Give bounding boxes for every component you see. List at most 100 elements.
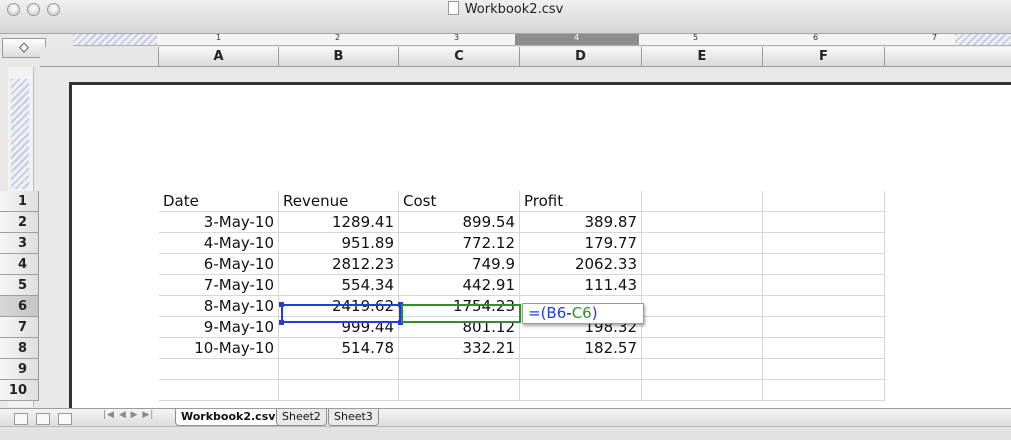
excel-window: Workbook2.csv ◇ 1 2 3 4 5 6 7 A B C D E …: [0, 0, 1011, 440]
table-cell[interactable]: 2812.23: [279, 254, 399, 275]
empty-cell[interactable]: [642, 254, 763, 275]
empty-cell[interactable]: [520, 359, 642, 380]
formula-ref-b6: B6: [546, 304, 567, 322]
column-header-g-partial[interactable]: [885, 47, 1011, 67]
selected-cell-c6[interactable]: [401, 304, 521, 323]
empty-cell[interactable]: [763, 380, 885, 401]
row-header-10[interactable]: 10: [0, 380, 39, 401]
table-cell[interactable]: 332.21: [399, 338, 520, 359]
column-header-e[interactable]: E: [642, 47, 763, 67]
column-header-d[interactable]: D: [520, 47, 642, 67]
table-cell[interactable]: 514.78: [279, 338, 399, 359]
ruler-number: 5: [693, 33, 699, 42]
empty-cell[interactable]: [763, 338, 885, 359]
row-header-3[interactable]: 3: [0, 233, 39, 254]
page-break-view-icon[interactable]: [58, 413, 72, 425]
table-cell[interactable]: 1289.41: [279, 212, 399, 233]
sheet-tab-sheet2[interactable]: Sheet2: [276, 409, 327, 426]
row-header-9[interactable]: 9: [0, 359, 39, 380]
formula-ref-c6: C6: [571, 304, 592, 322]
table-cell[interactable]: 4-May-10: [159, 233, 279, 254]
empty-cell[interactable]: [763, 275, 885, 296]
table-cell[interactable]: 179.77: [520, 233, 642, 254]
formula-edit-cell-d6[interactable]: =(B6-C6): [522, 303, 644, 324]
ruler-number: 1: [216, 33, 222, 42]
empty-cell[interactable]: [642, 380, 763, 401]
column-header-b[interactable]: B: [279, 47, 399, 67]
page-layout-view-icon[interactable]: [36, 413, 50, 425]
ruler-number: 6: [813, 33, 819, 42]
select-all-corner[interactable]: [40, 47, 159, 67]
empty-cell[interactable]: [763, 296, 885, 317]
row-header-2[interactable]: 2: [0, 212, 39, 233]
empty-cell[interactable]: [520, 380, 642, 401]
sheet-tab-workbook2[interactable]: Workbook2.csv: [175, 409, 282, 426]
row-header-1[interactable]: 1: [0, 191, 39, 212]
empty-cell[interactable]: [763, 359, 885, 380]
table-cell[interactable]: 6-May-10: [159, 254, 279, 275]
formula-open: =(: [528, 304, 547, 322]
empty-cell[interactable]: [642, 338, 763, 359]
sheet-nav-arrows[interactable]: |◀ ◀ ▶ ▶|: [103, 410, 154, 420]
document-icon: [447, 1, 459, 15]
empty-cell[interactable]: [279, 359, 399, 380]
row-header-6[interactable]: 6: [0, 296, 39, 317]
row-header-8[interactable]: 8: [0, 338, 39, 359]
header-cell[interactable]: Profit: [520, 191, 642, 212]
empty-cell[interactable]: [763, 191, 885, 212]
table-cell[interactable]: 772.12: [399, 233, 520, 254]
ruler-margin-right: [955, 34, 1011, 45]
empty-cell[interactable]: [642, 275, 763, 296]
sheet-tab-sheet3[interactable]: Sheet3: [328, 409, 379, 426]
row-header-4[interactable]: 4: [0, 254, 39, 275]
normal-view-icon[interactable]: [14, 413, 28, 425]
row-header-7[interactable]: 7: [0, 317, 39, 338]
empty-cell[interactable]: [279, 380, 399, 401]
ruler-margin-left: [73, 34, 157, 45]
row-header-5[interactable]: 5: [0, 275, 39, 296]
ruler-number: 3: [454, 33, 460, 42]
empty-cell[interactable]: [642, 191, 763, 212]
empty-cell[interactable]: [642, 359, 763, 380]
ruler-top-margin: [11, 79, 29, 189]
selection-handle[interactable]: [279, 320, 284, 325]
table-cell[interactable]: 554.34: [279, 275, 399, 296]
table-cell[interactable]: 111.43: [520, 275, 642, 296]
empty-cell[interactable]: [763, 254, 885, 275]
empty-cell[interactable]: [399, 380, 520, 401]
empty-cell[interactable]: [159, 380, 279, 401]
header-cell[interactable]: Date: [159, 191, 279, 212]
table-cell[interactable]: 182.57: [520, 338, 642, 359]
title-bar: Workbook2.csv: [0, 0, 1011, 34]
empty-cell[interactable]: [159, 359, 279, 380]
selected-cell-b6[interactable]: [281, 304, 401, 323]
table-cell[interactable]: 389.87: [520, 212, 642, 233]
empty-cell[interactable]: [399, 359, 520, 380]
header-cell[interactable]: Cost: [399, 191, 520, 212]
table-cell[interactable]: 8-May-10: [159, 296, 279, 317]
table-cell[interactable]: 749.9: [399, 254, 520, 275]
empty-cell[interactable]: [763, 317, 885, 338]
empty-cell[interactable]: [763, 233, 885, 254]
ruler-number: 2: [335, 33, 341, 42]
empty-cell[interactable]: [642, 317, 763, 338]
table-cell[interactable]: 10-May-10: [159, 338, 279, 359]
table-cell[interactable]: 9-May-10: [159, 317, 279, 338]
table-cell[interactable]: 951.89: [279, 233, 399, 254]
column-header-f[interactable]: F: [763, 47, 885, 67]
empty-cell[interactable]: [763, 212, 885, 233]
empty-cell[interactable]: [642, 233, 763, 254]
table-cell[interactable]: 442.91: [399, 275, 520, 296]
column-header-c[interactable]: C: [399, 47, 520, 67]
window-title-wrap: Workbook2.csv: [0, 1, 1011, 17]
table-cell[interactable]: 3-May-10: [159, 212, 279, 233]
header-cell[interactable]: Revenue: [279, 191, 399, 212]
selection-handle[interactable]: [279, 302, 284, 307]
empty-cell[interactable]: [642, 296, 763, 317]
horizontal-ruler: 1 2 3 4 5 6 7: [73, 33, 1011, 46]
table-cell[interactable]: 7-May-10: [159, 275, 279, 296]
table-cell[interactable]: 899.54: [399, 212, 520, 233]
empty-cell[interactable]: [642, 212, 763, 233]
column-header-a[interactable]: A: [159, 47, 279, 67]
table-cell[interactable]: 2062.33: [520, 254, 642, 275]
